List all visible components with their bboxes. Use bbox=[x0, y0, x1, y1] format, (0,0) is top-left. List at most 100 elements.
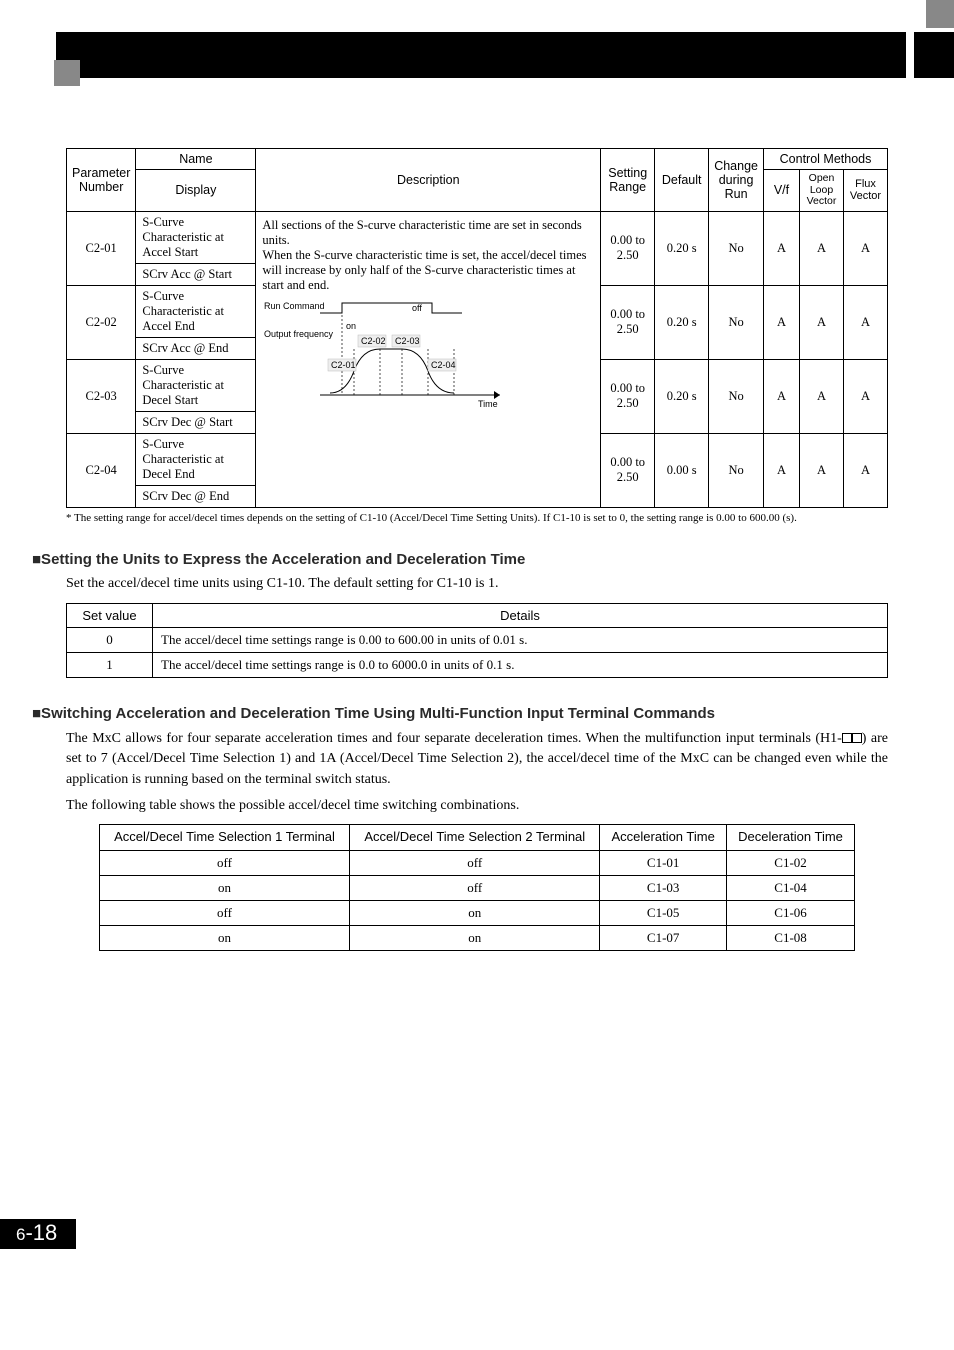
combo-r3-s1: on bbox=[99, 926, 349, 951]
row1-flux: A bbox=[844, 285, 888, 359]
units-r1-v: 1 bbox=[67, 652, 153, 677]
hdr-default: Default bbox=[655, 149, 709, 212]
units-section-title: ■Setting the Units to Express the Accele… bbox=[32, 551, 888, 568]
switch-p1: The MxC allows for four separate acceler… bbox=[66, 729, 888, 790]
scurve-diagram: Run Command off Output frequency on bbox=[262, 299, 594, 417]
row0-flux: A bbox=[844, 211, 888, 285]
hdr-param: Parameter Number bbox=[67, 149, 136, 212]
row3-vf: A bbox=[764, 433, 800, 507]
row0-disp: SCrv Acc @ Start bbox=[136, 263, 256, 285]
row3-flux: A bbox=[844, 433, 888, 507]
row0-def: 0.20 s bbox=[655, 211, 709, 285]
row3-chg: No bbox=[709, 433, 764, 507]
row2-def: 0.20 s bbox=[655, 359, 709, 433]
diag-time-label: Time bbox=[478, 399, 498, 409]
combo-table: Accel/Decel Time Selection 1 Terminal Ac… bbox=[99, 824, 855, 951]
combo-hdr-dec: Deceleration Time bbox=[726, 825, 854, 851]
units-table: Set value Details 0 The accel/decel time… bbox=[66, 603, 888, 678]
switch-p1a: The MxC allows for four separate acceler… bbox=[66, 731, 842, 746]
row2-flux: A bbox=[844, 359, 888, 433]
corner-decoration-top bbox=[926, 0, 954, 28]
row0-num: C2-01 bbox=[67, 211, 136, 285]
diag-c201: C2-01 bbox=[331, 360, 356, 370]
page-sep: - bbox=[25, 1220, 32, 1245]
hdr-desc: Description bbox=[256, 149, 601, 212]
row0-vf: A bbox=[764, 211, 800, 285]
units-r0-v: 0 bbox=[67, 627, 153, 652]
row1-disp: SCrv Acc @ End bbox=[136, 337, 256, 359]
combo-r3-a: C1-07 bbox=[600, 926, 727, 951]
units-hdr-setvalue: Set value bbox=[67, 603, 153, 627]
row1-vf: A bbox=[764, 285, 800, 359]
row3-num: C2-04 bbox=[67, 433, 136, 507]
table-footnote: * The setting range for accel/decel time… bbox=[66, 512, 888, 526]
row1-olv: A bbox=[800, 285, 844, 359]
diag-c203: C2-03 bbox=[395, 336, 420, 346]
units-intro: Set the accel/decel time units using C1-… bbox=[66, 574, 888, 594]
row3-def: 0.00 s bbox=[655, 433, 709, 507]
diag-on-label: on bbox=[346, 321, 356, 331]
combo-r2-d: C1-06 bbox=[726, 901, 854, 926]
placeholder-box-icon bbox=[852, 733, 862, 743]
page-num: 18 bbox=[33, 1220, 57, 1245]
page-number: 6-18 bbox=[0, 1211, 954, 1249]
corner-decoration-left bbox=[54, 60, 80, 86]
combo-r1-s2: off bbox=[350, 876, 600, 901]
row2-chg: No bbox=[709, 359, 764, 433]
combo-hdr-acc: Acceleration Time bbox=[600, 825, 727, 851]
combo-r2-s2: on bbox=[350, 901, 600, 926]
hdr-change: Change during Run bbox=[709, 149, 764, 212]
diag-out-label: Output frequency bbox=[264, 329, 334, 339]
placeholder-box-icon bbox=[842, 733, 852, 743]
row2-name: S-Curve Characteristic at Decel Start bbox=[136, 359, 256, 411]
combo-r1-d: C1-04 bbox=[726, 876, 854, 901]
row0-name: S-Curve Characteristic at Accel Start bbox=[136, 211, 256, 263]
row2-disp: SCrv Dec @ Start bbox=[136, 411, 256, 433]
row1-num: C2-02 bbox=[67, 285, 136, 359]
row0-olv: A bbox=[800, 211, 844, 285]
row2-olv: A bbox=[800, 359, 844, 433]
hdr-methods: Control Methods bbox=[764, 149, 888, 170]
row1-name: S-Curve Characteristic at Accel End bbox=[136, 285, 256, 337]
hdr-display: Display bbox=[136, 170, 256, 212]
units-r0-d: The accel/decel time settings range is 0… bbox=[153, 627, 888, 652]
combo-r2-s1: off bbox=[99, 901, 349, 926]
diag-off-label: off bbox=[412, 303, 422, 313]
row0-chg: No bbox=[709, 211, 764, 285]
row1-chg: No bbox=[709, 285, 764, 359]
row3-name: S-Curve Characteristic at Decel End bbox=[136, 433, 256, 485]
combo-r0-a: C1-01 bbox=[600, 851, 727, 876]
row1-range: 0.00 to 2.50 bbox=[601, 285, 655, 359]
combo-r0-d: C1-02 bbox=[726, 851, 854, 876]
desc-body: When the S-curve characteristic time is … bbox=[262, 248, 594, 293]
diag-run-label: Run Command bbox=[264, 301, 325, 311]
desc-intro: All sections of the S-curve characterist… bbox=[262, 218, 594, 248]
description-cell: All sections of the S-curve characterist… bbox=[256, 211, 601, 507]
header-band bbox=[56, 32, 906, 78]
hdr-name: Name bbox=[136, 149, 256, 170]
row3-range: 0.00 to 2.50 bbox=[601, 433, 655, 507]
hdr-range: Setting Range bbox=[601, 149, 655, 212]
combo-r3-d: C1-08 bbox=[726, 926, 854, 951]
parameter-table: Parameter Number Name Description Settin… bbox=[66, 148, 888, 508]
row0-range: 0.00 to 2.50 bbox=[601, 211, 655, 285]
diag-c204: C2-04 bbox=[431, 360, 456, 370]
row2-range: 0.00 to 2.50 bbox=[601, 359, 655, 433]
row1-def: 0.20 s bbox=[655, 285, 709, 359]
combo-r2-a: C1-05 bbox=[600, 901, 727, 926]
diag-c202: C2-02 bbox=[361, 336, 386, 346]
combo-r0-s2: off bbox=[350, 851, 600, 876]
row3-olv: A bbox=[800, 433, 844, 507]
combo-hdr-sel2: Accel/Decel Time Selection 2 Terminal bbox=[350, 825, 600, 851]
row2-vf: A bbox=[764, 359, 800, 433]
switch-p2: The following table shows the possible a… bbox=[66, 796, 888, 816]
row2-num: C2-03 bbox=[67, 359, 136, 433]
units-hdr-details: Details bbox=[153, 603, 888, 627]
hdr-flux: Flux Vector bbox=[844, 170, 888, 212]
combo-hdr-sel1: Accel/Decel Time Selection 1 Terminal bbox=[99, 825, 349, 851]
combo-r0-s1: off bbox=[99, 851, 349, 876]
hdr-olv: Open Loop Vector bbox=[800, 170, 844, 212]
combo-r1-a: C1-03 bbox=[600, 876, 727, 901]
combo-r3-s2: on bbox=[350, 926, 600, 951]
units-r1-d: The accel/decel time settings range is 0… bbox=[153, 652, 888, 677]
